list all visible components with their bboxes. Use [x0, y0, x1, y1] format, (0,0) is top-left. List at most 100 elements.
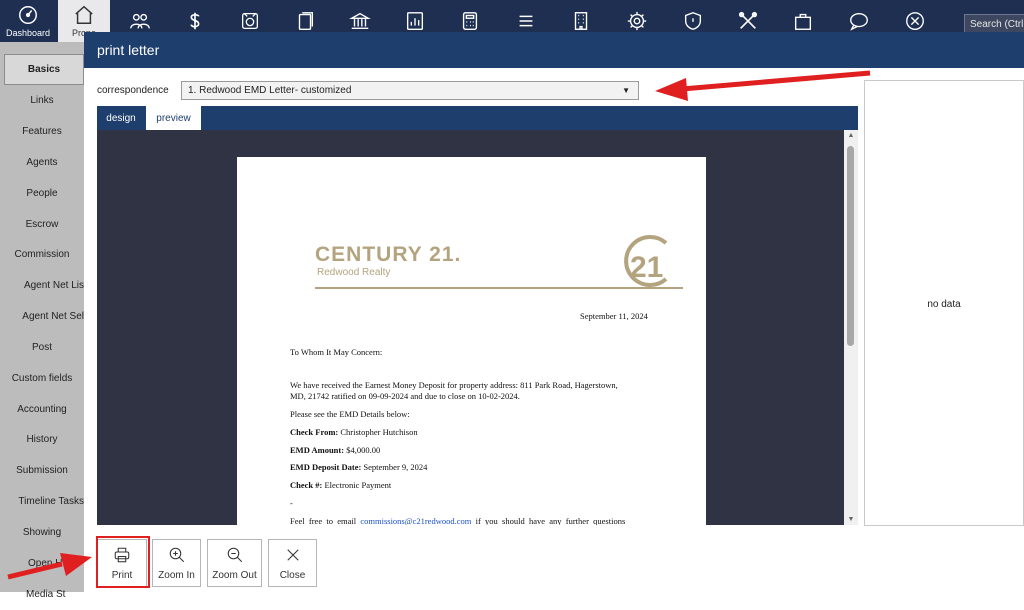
chat-icon: [850, 12, 868, 31]
scrollbar-thumb[interactable]: [847, 146, 854, 346]
sidebar-item-media[interactable]: Media St: [0, 579, 84, 610]
canvas-scrollbar[interactable]: ▲ ▼: [844, 130, 858, 525]
sidebar-item-label: Features: [22, 126, 62, 137]
sidebar-item-showing[interactable]: Showing: [0, 517, 84, 548]
emd-date-line: EMD Deposit Date: September 9, 2024: [290, 462, 427, 472]
sidebar-item-label: Timeline Tasks: [18, 496, 84, 507]
zoom-out-icon: [227, 547, 242, 562]
global-search-input[interactable]: Search (Ctrl -: [964, 14, 1024, 33]
sidebar-item-people[interactable]: People: [0, 178, 84, 209]
sidebar-item-agent-net-listing[interactable]: Agent Net Lis: [0, 270, 84, 301]
sidebar-item-label: Escrow: [25, 219, 59, 230]
sidebar-item-label: Agent Net Sel: [22, 311, 84, 322]
sidebar-item-label: Basics: [27, 64, 61, 75]
dollar-icon: [190, 12, 200, 30]
sidebar-item-escrow[interactable]: Escrow: [0, 209, 84, 240]
close-button[interactable]: Close: [268, 539, 317, 587]
sidebar-item-features[interactable]: Features: [0, 116, 84, 147]
people-icon: [130, 13, 150, 29]
letter-dash: -: [290, 498, 293, 508]
report-chart-icon: [406, 12, 424, 30]
letter-paragraph-line: We have received the Earnest Money Depos…: [290, 380, 618, 390]
century21-seal-logo: 21: [624, 235, 668, 287]
tab-preview[interactable]: preview: [146, 106, 201, 130]
sidebar-item-links[interactable]: Links: [0, 85, 84, 116]
dialog-title: print letter: [84, 32, 1024, 68]
emd-amount-line: EMD Amount: $4,000.00: [290, 445, 380, 455]
sidebar-item-custom-fields[interactable]: Custom fields: [0, 363, 84, 394]
no-data-text: no data: [927, 299, 961, 310]
sidebar-item-agents[interactable]: Agents: [0, 147, 84, 178]
right-info-panel: no data: [864, 80, 1024, 526]
building-icon: [574, 12, 588, 30]
sidebar-item-label: History: [26, 434, 58, 445]
correspondence-select[interactable]: 1. Redwood EMD Letter- customized ▼: [181, 81, 639, 100]
sidebar-item-label: Agents: [26, 157, 58, 168]
zoom-in-icon: [169, 547, 184, 562]
bank-icon: [349, 12, 371, 30]
brand-logo-subtitle: Redwood Realty: [317, 267, 391, 278]
letter-paragraph-line: MD, 21742 ratified on 09-09-2024 and due…: [290, 391, 520, 401]
tab-design[interactable]: design: [97, 106, 145, 130]
home-icon: [75, 5, 93, 24]
sidebar: Basics Links Features Agents People Escr…: [0, 42, 84, 600]
sidebar-item-submission[interactable]: Submission: [0, 455, 84, 486]
sidebar-item-label: Commission: [14, 249, 70, 260]
sidebar-item-accounting[interactable]: Accounting: [0, 394, 84, 425]
check-number-label: Check #:: [290, 480, 323, 490]
sidebar-item-commission[interactable]: Commission: [0, 239, 84, 270]
zoom-in-button[interactable]: Zoom In: [152, 539, 201, 587]
correspondence-selected-value: 1. Redwood EMD Letter- customized: [188, 85, 352, 96]
list-icon: [519, 15, 533, 27]
check-number-line: Check #: Electronic Payment: [290, 480, 391, 490]
emd-amount-value: $4,000.00: [344, 445, 381, 455]
documents-icon: [298, 12, 314, 30]
editor-tab-bar: design preview: [97, 106, 858, 130]
calculator-icon: [462, 12, 478, 30]
letter-editor: design preview CENTURY 21. Redwood Realt…: [97, 106, 858, 525]
emd-amount-label: EMD Amount:: [290, 445, 345, 455]
bag-icon: [794, 13, 812, 30]
emd-date-label: EMD Deposit Date:: [290, 462, 362, 472]
check-from-label: Check From:: [290, 427, 339, 437]
sidebar-item-post[interactable]: Post: [0, 332, 84, 363]
correspondence-label: correspondence: [97, 85, 169, 96]
document-canvas: CENTURY 21. Redwood Realty 21 September …: [97, 130, 844, 525]
sidebar-item-label: Post: [31, 342, 52, 353]
sidebar-item-label: Accounting: [17, 404, 67, 415]
sidebar-item-label: Media St: [26, 589, 66, 600]
seal-text: 21: [630, 251, 663, 284]
letter-salutation: To Whom It May Concern:: [290, 347, 383, 357]
sidebar-item-history[interactable]: History: [0, 424, 84, 455]
tools-icon: [738, 11, 758, 29]
print-button-highlight: [96, 536, 150, 588]
nav-dashboard[interactable]: Dashboard: [2, 0, 54, 42]
scroll-down-icon[interactable]: ▼: [844, 516, 858, 523]
check-number-value: Electronic Payment: [322, 480, 392, 490]
sidebar-item-label: Showing: [22, 527, 62, 538]
sidebar-item-label: Agent Net Lis: [23, 280, 84, 291]
dropdown-arrow-icon: ▼: [622, 86, 630, 95]
zoom-out-button[interactable]: Zoom Out: [207, 539, 262, 587]
close-circle-icon: [906, 12, 924, 30]
email-link[interactable]: commissions@c21redwood.com: [360, 516, 471, 525]
dashboard-icon: [19, 6, 37, 24]
sidebar-item-basics[interactable]: Basics: [4, 54, 84, 85]
sidebar-item-label: People: [26, 188, 58, 199]
emd-date-value: September 9, 2024: [361, 462, 428, 472]
print-letter-dialog: print letter correspondence 1. Redwood E…: [84, 32, 1024, 592]
nav-dashboard-label: Dashboard: [5, 28, 51, 38]
sidebar-item-timeline-tasks[interactable]: Timeline Tasks: [0, 486, 84, 517]
shield-icon: [684, 12, 702, 30]
sidebar-item-label: Open H: [28, 558, 63, 569]
sidebar-item-agent-net-selling[interactable]: Agent Net Sel: [0, 301, 84, 332]
gear-icon: [627, 11, 647, 31]
letter-page: CENTURY 21. Redwood Realty 21 September …: [237, 157, 706, 525]
zoom-in-label: Zoom In: [158, 569, 195, 581]
letter-date: September 11, 2024: [580, 311, 648, 321]
sidebar-item-open-house[interactable]: Open H: [0, 548, 84, 579]
sidebar-item-label: Custom fields: [11, 373, 73, 384]
brand-logo-text: CENTURY 21.: [315, 243, 462, 266]
sidebar-item-label: Links: [30, 95, 54, 106]
scroll-up-icon[interactable]: ▲: [844, 132, 858, 139]
